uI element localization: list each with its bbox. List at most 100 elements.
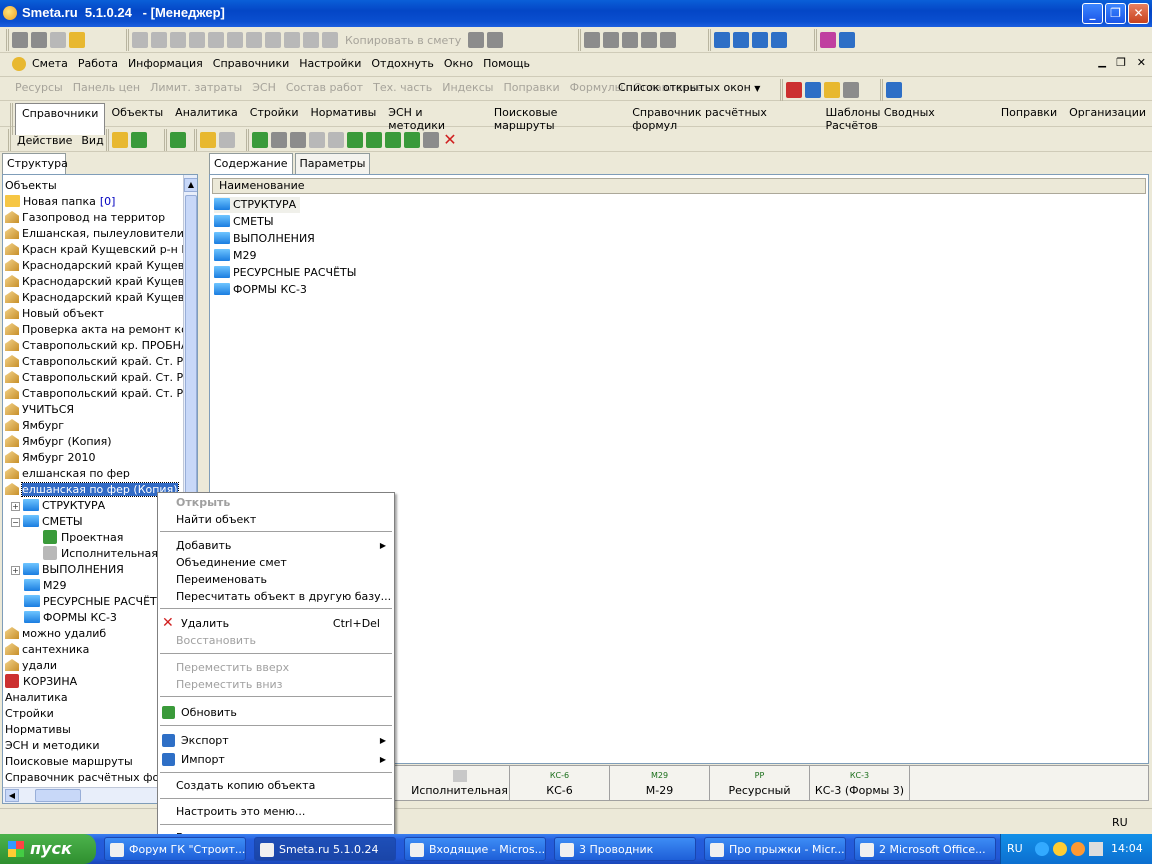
menu-rename[interactable]: Переименовать <box>158 571 394 588</box>
tree-item[interactable]: − СМЕТЫ <box>3 514 83 530</box>
tree-item[interactable]: можно удалиб <box>3 626 106 642</box>
blocks-icon[interactable] <box>303 32 319 48</box>
grid-icon[interactable] <box>603 32 619 48</box>
content-list-item[interactable]: СТРУКТУРА <box>214 197 301 213</box>
list-icon[interactable] <box>189 32 205 48</box>
tree-item[interactable]: Краснодарский край Кущевскі <box>3 274 183 290</box>
list-indent-icon[interactable] <box>208 32 224 48</box>
view-menu-button[interactable]: Вид <box>78 134 106 147</box>
document-type-column[interactable]: РР Ресурсный расчет <box>710 766 810 800</box>
taskbar-task[interactable]: Smeta.ru 5.1.0.24 <box>254 837 396 861</box>
menu-merge-estimates[interactable]: Объединение смет <box>158 554 394 571</box>
tree-item[interactable]: Краснодарский край Кущевскі <box>3 258 183 274</box>
content-list-item[interactable]: РЕСУРСНЫЕ РАСЧЁТЫ <box>214 265 360 281</box>
tree-icon[interactable] <box>12 32 28 48</box>
content-tab-1[interactable]: Параметры <box>294 153 371 174</box>
tree-item[interactable]: Ставропольский край. Ст. Рож <box>3 386 183 402</box>
ks3-icon[interactable] <box>404 132 420 148</box>
menu-add[interactable]: Добавить ▶ <box>158 537 394 554</box>
tree-item[interactable]: Проверка акта на ремонт комі <box>3 322 183 338</box>
expand-toggle-icon[interactable]: + <box>11 502 20 511</box>
tree-item[interactable]: Ямбург 2010 <box>3 450 96 466</box>
tray-arrow-icon[interactable] <box>1035 842 1049 856</box>
tree-item[interactable]: Красн край Кущевский р-н Г-щ <box>3 242 183 258</box>
tab-structure[interactable]: Структура <box>2 153 68 174</box>
tool-icon[interactable] <box>786 82 802 98</box>
document-type-column[interactable]: Исполнительная <box>410 766 510 800</box>
tray-language[interactable]: RU <box>1007 842 1023 855</box>
menu-open[interactable]: Открыть <box>158 494 394 511</box>
taskbar-task[interactable]: Про прыжки - Micr... <box>704 837 846 861</box>
split-icon[interactable] <box>660 32 676 48</box>
menu-customize[interactable]: Настроить это меню... <box>158 803 394 820</box>
paste-icon[interactable] <box>487 32 504 48</box>
secondary-menu-item[interactable]: Индексы <box>437 80 498 95</box>
tree-item[interactable]: + СТРУКТУРА <box>3 498 105 514</box>
tree-item[interactable]: РЕСУРСНЫЕ РАСЧЁТ <box>3 594 157 610</box>
object-copy-icon[interactable] <box>219 132 235 148</box>
tree-item[interactable]: Исполнительная <box>3 546 158 562</box>
arrow-left-icon[interactable] <box>752 32 768 48</box>
menu-item[interactable]: Настройки <box>294 56 366 71</box>
folder-move-icon[interactable] <box>423 132 439 148</box>
tree-item[interactable]: + ВЫПОЛНЕНИЯ <box>3 562 124 578</box>
menu-item[interactable]: Помощь <box>478 56 535 71</box>
tree-item[interactable]: Ставропольский кр. ПРОБНАЯ <box>3 338 183 354</box>
outdent-icon[interactable] <box>733 32 749 48</box>
tree-item[interactable]: Ямбург <box>3 418 64 434</box>
menu-create-copy[interactable]: Создать копию объекта <box>158 777 394 794</box>
tree-item[interactable]: КОРЗИНА <box>3 674 77 690</box>
mdi-restore-icon[interactable]: ❐ <box>1116 56 1126 69</box>
tree-item[interactable]: Аналитика <box>3 690 68 706</box>
arrow-right-icon[interactable] <box>771 32 787 48</box>
menu-restore[interactable]: Восстановить <box>158 632 394 649</box>
cut-icon[interactable] <box>265 32 281 48</box>
truck-icon[interactable] <box>805 82 821 98</box>
scroll-left-icon[interactable]: ◀ <box>5 789 19 802</box>
open-windows-dropdown[interactable]: Список открытых окон ▼ <box>618 81 760 94</box>
tree-item[interactable]: сантехника <box>3 642 89 658</box>
indent-icon[interactable] <box>714 32 730 48</box>
menu-import[interactable]: Импорт ▶ <box>158 751 394 768</box>
taskbar-task[interactable]: 3 Проводник <box>554 837 696 861</box>
tree-item[interactable]: Новый объект <box>3 306 104 322</box>
book-red-icon[interactable] <box>820 32 836 48</box>
m29-icon[interactable] <box>366 132 382 148</box>
table-icon[interactable] <box>584 32 600 48</box>
tree-item[interactable]: елшанская по фер <box>3 466 130 482</box>
new-estimate-icon[interactable] <box>252 132 268 148</box>
tree-item[interactable]: удали <box>3 658 57 674</box>
secondary-menu-item[interactable]: Поправки <box>498 80 564 95</box>
content-list-item[interactable]: СМЕТЫ <box>214 214 278 230</box>
action-menu-button[interactable]: Действие <box>14 134 75 147</box>
menu-item[interactable]: Справочники <box>208 56 294 71</box>
content-list-item[interactable]: ВЫПОЛНЕНИЯ <box>214 231 319 247</box>
minimize-button[interactable]: _ <box>1082 3 1103 24</box>
secondary-menu-item[interactable]: Панель цен <box>68 80 145 95</box>
tree-item[interactable]: ЭСН и методики <box>3 738 100 754</box>
tree-item[interactable]: Новая папка [0] <box>3 194 115 210</box>
menu-item[interactable]: Окно <box>439 56 478 71</box>
tree-item[interactable]: УЧИТЬСЯ <box>3 402 74 418</box>
menu-item[interactable]: Работа <box>73 56 123 71</box>
bricks-icon[interactable] <box>824 82 840 98</box>
expand-toggle-icon[interactable]: + <box>11 566 20 575</box>
tree-item[interactable]: Проектная <box>3 530 123 546</box>
merge-icon[interactable] <box>641 32 657 48</box>
copy-to-estimate-button[interactable]: Копировать в смету <box>341 34 465 47</box>
secondary-menu-item[interactable]: Тех. часть <box>368 80 437 95</box>
book-blue-icon[interactable] <box>839 32 855 48</box>
maximize-button[interactable]: ❐ <box>1105 3 1126 24</box>
tray-mail-icon[interactable] <box>1071 842 1085 856</box>
start-button[interactable]: пуск <box>0 834 96 864</box>
tray-app-icon[interactable] <box>1053 842 1067 856</box>
menu-move-down[interactable]: Переместить вниз <box>158 676 394 693</box>
folder-up-icon[interactable] <box>112 132 128 148</box>
tree-item[interactable]: Стройки <box>3 706 54 722</box>
block-icon[interactable] <box>284 32 300 48</box>
tree-item[interactable]: Ставропольский край. Ст. Рож <box>3 370 183 386</box>
content-list-item[interactable]: М29 <box>214 248 261 264</box>
folder-new-icon[interactable] <box>131 132 147 148</box>
taskbar-task[interactable]: Входящие - Micros... <box>404 837 546 861</box>
tree-item[interactable]: Газопровод на территор <box>3 210 165 226</box>
